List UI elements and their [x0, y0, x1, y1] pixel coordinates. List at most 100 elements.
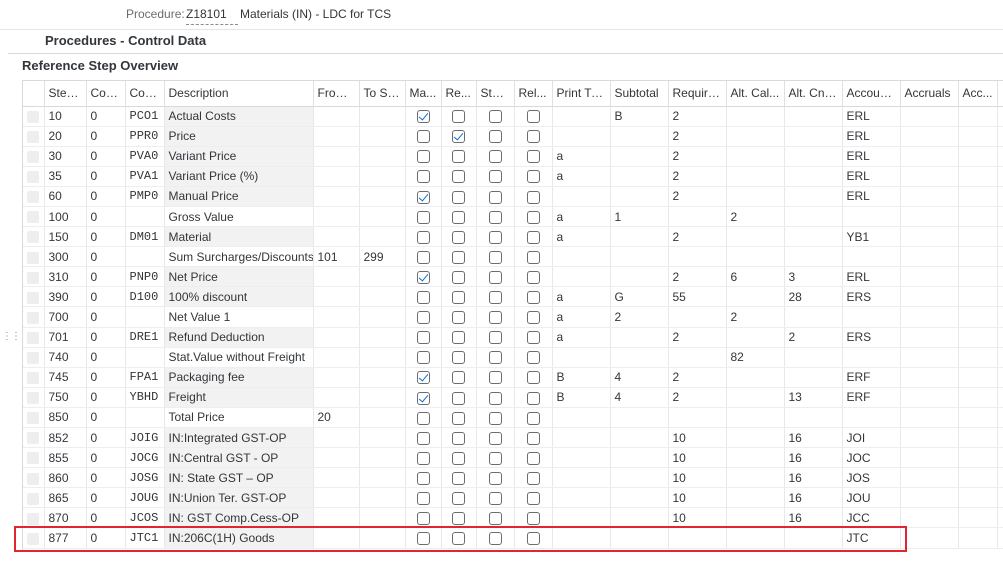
table-row[interactable]: 750 0 YBHD Freight B 4 2 13 ERF — [23, 387, 1003, 408]
man-checkbox[interactable] — [416, 331, 430, 345]
cell-desc[interactable]: IN:Union Ter. GST-OP — [164, 487, 314, 509]
cell-print[interactable]: a — [552, 286, 611, 308]
stat-checkbox[interactable] — [488, 351, 502, 365]
cell-from[interactable] — [313, 286, 360, 308]
cell-desc[interactable]: Net Price — [164, 266, 314, 288]
row-selector[interactable] — [23, 226, 45, 248]
rel-checkbox[interactable] — [526, 150, 540, 164]
table-row[interactable]: 60 0 PMP0 Manual Price 2 ERL — [23, 186, 1003, 207]
table-row[interactable]: 860 0 JOSG IN: State GST – OP 10 16 JOS — [23, 467, 1003, 489]
man-checkbox[interactable] — [416, 170, 430, 184]
cell-requirement[interactable]: 55 — [668, 286, 727, 308]
req-checkbox[interactable] — [452, 371, 465, 385]
cell-altcnd[interactable] — [784, 206, 843, 228]
cell-altcnd[interactable] — [784, 306, 843, 328]
cell-from[interactable] — [313, 226, 360, 248]
row-selector[interactable] — [23, 407, 45, 429]
cell-requirement[interactable]: 2 — [668, 166, 727, 187]
cell-requirement[interactable]: 2 — [668, 367, 727, 388]
cell-altcalc[interactable] — [726, 286, 785, 308]
cell-accruals[interactable] — [900, 206, 959, 228]
rel-checkbox[interactable] — [526, 250, 540, 264]
row-select-box[interactable] — [27, 372, 39, 385]
cell-requirement[interactable] — [668, 206, 727, 228]
cell-from[interactable] — [313, 447, 360, 469]
table-row[interactable]: 701 0 DRE1 Refund Deduction a 2 2 ERS — [23, 327, 1003, 348]
cell-counter[interactable]: 0 — [86, 206, 126, 228]
cell-step[interactable]: 850 — [44, 407, 87, 429]
cell-desc[interactable]: IN: State GST – OP — [164, 467, 314, 489]
rel-checkbox[interactable] — [526, 230, 540, 244]
cell-accruals[interactable] — [900, 246, 959, 268]
cell-to[interactable] — [359, 407, 406, 429]
cell-altcnd[interactable]: 16 — [784, 467, 843, 489]
cell-altcalc[interactable] — [726, 427, 785, 449]
stat-checkbox[interactable] — [488, 331, 502, 345]
cell-requirement[interactable]: 10 — [668, 467, 727, 489]
rel-checkbox[interactable] — [526, 512, 540, 526]
cell-desc[interactable]: Freight — [164, 387, 314, 408]
column-header-required[interactable]: Re... — [441, 81, 477, 107]
cell-altcalc[interactable] — [726, 246, 785, 268]
cell-accruals[interactable] — [900, 467, 959, 489]
cell-desc[interactable]: Actual Costs — [164, 106, 314, 127]
req-checkbox[interactable] — [452, 491, 465, 505]
cell-to[interactable] — [359, 527, 406, 549]
stat-checkbox[interactable] — [488, 411, 502, 425]
stat-checkbox[interactable] — [488, 532, 502, 546]
cell-counter[interactable]: 0 — [86, 226, 126, 248]
req-checkbox[interactable] — [452, 411, 465, 425]
stat-checkbox[interactable] — [488, 250, 502, 264]
cell-from[interactable] — [313, 327, 360, 348]
cell-print[interactable]: a — [552, 166, 611, 187]
cell-acc2[interactable] — [958, 226, 998, 248]
cell-subtotal[interactable] — [610, 146, 669, 167]
cell-print[interactable] — [552, 527, 611, 549]
cell-accruals[interactable] — [900, 186, 959, 207]
rel-checkbox[interactable] — [526, 311, 540, 325]
cell-requirement[interactable]: 2 — [668, 126, 727, 147]
cell-from[interactable] — [313, 507, 360, 529]
cell-accruals[interactable] — [900, 286, 959, 308]
stat-checkbox[interactable] — [488, 391, 502, 405]
cell-step[interactable]: 860 — [44, 467, 87, 489]
rel-checkbox[interactable] — [526, 451, 540, 465]
cell-ctype[interactable]: JOCG — [125, 447, 165, 469]
row-selector[interactable] — [23, 166, 45, 187]
cell-to[interactable] — [359, 286, 406, 308]
table-row[interactable]: 865 0 JOUG IN:Union Ter. GST-OP 10 16 JOU — [23, 487, 1003, 509]
cell-accruals[interactable] — [900, 387, 959, 408]
cell-ctype[interactable]: PVA0 — [125, 146, 165, 167]
cell-step[interactable]: 390 — [44, 286, 87, 308]
stat-checkbox[interactable] — [488, 512, 502, 526]
cell-subtotal[interactable] — [610, 246, 669, 268]
row-select-box[interactable] — [27, 472, 39, 485]
req-checkbox[interactable] — [452, 471, 465, 485]
column-header-manual[interactable]: Ma... — [405, 81, 442, 107]
rel-checkbox[interactable] — [526, 351, 540, 365]
row-select-box[interactable] — [27, 271, 39, 284]
cell-altcnd[interactable] — [784, 246, 843, 268]
row-select-box[interactable] — [27, 211, 39, 224]
column-header-account-key[interactable]: Accoun... — [842, 81, 901, 107]
cell-account[interactable]: YB1 — [842, 226, 901, 248]
req-checkbox[interactable] — [452, 190, 465, 204]
row-selector[interactable] — [23, 106, 45, 127]
rel-checkbox[interactable] — [526, 110, 540, 124]
table-row[interactable]: 700 0 Net Value 1a22 — [23, 306, 1003, 328]
cell-altcalc[interactable]: 2 — [726, 206, 785, 228]
cell-altcalc[interactable] — [726, 186, 785, 207]
table-row[interactable]: 745 0 FPA1 Packaging fee B 4 2 ERF — [23, 367, 1003, 388]
cell-counter[interactable]: 0 — [86, 266, 126, 288]
cell-print[interactable]: a — [552, 206, 611, 228]
man-checkbox[interactable] — [416, 532, 430, 546]
cell-print[interactable]: B — [552, 367, 611, 388]
cell-counter[interactable]: 0 — [86, 367, 126, 388]
man-checkbox[interactable] — [416, 291, 430, 305]
cell-from[interactable] — [313, 146, 360, 167]
cell-accruals[interactable] — [900, 166, 959, 187]
procedure-code-field[interactable]: Z18101 — [186, 7, 238, 25]
row-select-box[interactable] — [27, 452, 39, 465]
cell-subtotal[interactable] — [610, 327, 669, 348]
cell-step[interactable]: 60 — [44, 186, 87, 207]
